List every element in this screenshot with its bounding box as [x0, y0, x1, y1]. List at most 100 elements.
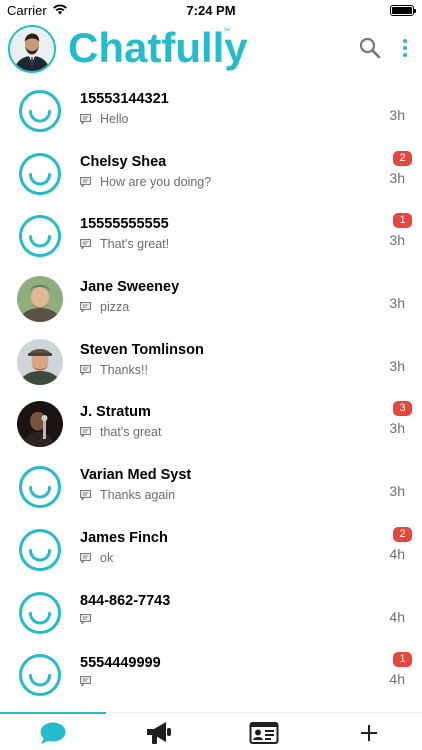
- contact-avatar: [17, 276, 63, 323]
- app-header: Chatfully ™: [0, 22, 422, 78]
- message-preview: [80, 676, 100, 687]
- message-icon: [80, 114, 91, 124]
- app-logo: Chatfully: [68, 24, 248, 71]
- message-icon: [80, 427, 91, 438]
- conversation-row[interactable]: 844-862-7743 4h: [0, 582, 422, 645]
- search-icon[interactable]: [358, 36, 382, 60]
- smile-avatar-icon: [19, 528, 61, 571]
- contact-photo: [17, 276, 63, 323]
- contact-avatar: [17, 88, 63, 134]
- contact-photo: [17, 401, 63, 448]
- more-options-icon[interactable]: [398, 36, 412, 60]
- message-preview: Thanks again: [80, 488, 175, 502]
- plus-icon: [361, 725, 377, 741]
- message-preview-text: pizza: [100, 300, 130, 315]
- conversation-row[interactable]: 15553144321 Hello 3h: [0, 80, 422, 143]
- contact-name: Chelsy Shea: [80, 153, 167, 170]
- message-preview: [80, 613, 100, 624]
- message-time: 3h: [389, 483, 405, 500]
- battery-icon: [390, 5, 416, 16]
- message-preview: How are you doing?: [80, 175, 211, 189]
- message-icon: [80, 552, 91, 563]
- contact-avatar: [17, 151, 63, 197]
- profile-avatar[interactable]: [8, 25, 56, 73]
- message-preview-text: Thanks!!: [100, 362, 148, 377]
- profile-photo: [10, 27, 54, 71]
- smile-avatar-icon: [19, 654, 61, 697]
- conversation-row[interactable]: James Finch ok 4h 2: [0, 519, 422, 582]
- tab-bar: [0, 712, 422, 750]
- contact-name: 15555555555: [80, 216, 169, 233]
- status-time: 7:24 PM: [186, 3, 236, 18]
- message-preview-text: ok: [100, 550, 114, 565]
- conversation-row[interactable]: Jane Sweeney pizza 3h: [0, 268, 422, 331]
- smile-avatar-icon: [19, 152, 61, 195]
- message-preview-text: How are you doing?: [100, 174, 212, 189]
- message-preview-text: That's great!: [100, 237, 170, 252]
- message-preview: pizza: [80, 300, 129, 314]
- message-preview: ok: [80, 551, 113, 565]
- message-preview-text: Hello: [100, 112, 129, 126]
- message-time: 4h: [389, 608, 405, 625]
- conversation-row[interactable]: 5554449999 4h 1: [0, 644, 422, 707]
- smile-avatar-icon: [19, 215, 61, 258]
- message-icon: [80, 239, 91, 250]
- message-time: 3h: [389, 357, 405, 374]
- conversation-row[interactable]: Varian Med Syst Thanks again 3h: [0, 456, 422, 519]
- contact-avatar: [17, 652, 63, 698]
- smile-avatar-icon: [19, 591, 61, 634]
- contact-name: Steven Tomlinson: [80, 341, 204, 358]
- conversation-row[interactable]: J. Stratum that's great 3h 3: [0, 393, 422, 456]
- message-time: 4h: [389, 545, 405, 562]
- tab-conversations[interactable]: [0, 717, 106, 749]
- message-icon: [80, 302, 91, 313]
- contact-name: 5554449999: [80, 655, 161, 672]
- message-time: 3h: [389, 420, 405, 437]
- smile-avatar-icon: [19, 466, 61, 509]
- unread-badge: 2: [393, 150, 412, 166]
- contact-photo: [17, 338, 63, 385]
- contact-avatar: [17, 527, 63, 573]
- active-tab-indicator: [0, 712, 106, 714]
- message-time: 3h: [389, 169, 405, 186]
- message-preview: Hello: [80, 112, 129, 126]
- message-time: 3h: [389, 232, 405, 249]
- conversation-row[interactable]: Steven Tomlinson Thanks!! 3h: [0, 331, 422, 394]
- smile-avatar-icon: [19, 90, 61, 132]
- message-preview: That's great!: [80, 237, 169, 251]
- unread-badge: 1: [393, 652, 412, 668]
- status-bar: Carrier 7:24 PM: [0, 0, 422, 22]
- contact-avatar: [17, 401, 63, 448]
- contact-name: 844-862-7743: [80, 592, 171, 609]
- unread-badge: 3: [393, 401, 412, 417]
- contact-name: Jane Sweeney: [80, 279, 180, 296]
- message-icon: [80, 490, 91, 501]
- tab-contacts[interactable]: [211, 717, 317, 749]
- tab-new-conversation[interactable]: [316, 717, 422, 749]
- message-icon: [80, 676, 91, 687]
- contact-name: J. Stratum: [80, 404, 151, 421]
- conversation-list[interactable]: 15553144321 Hello 3h Chelsy Shea How are you…: [0, 80, 422, 712]
- message-time: 3h: [389, 107, 405, 123]
- message-preview-text: that's great: [100, 425, 162, 440]
- message-preview: that's great: [80, 425, 161, 439]
- tab-broadcasts[interactable]: [106, 717, 212, 749]
- message-time: 4h: [389, 671, 405, 688]
- message-icon: [80, 364, 91, 375]
- contact-avatar: [17, 338, 63, 385]
- message-preview: Thanks!!: [80, 363, 148, 377]
- unread-badge: 2: [393, 526, 412, 542]
- megaphone-icon: [147, 722, 171, 744]
- message-time: 3h: [389, 295, 405, 312]
- message-icon: [80, 613, 91, 624]
- contact-name: James Finch: [80, 529, 168, 546]
- conversation-row[interactable]: 15555555555 That's great! 3h 1: [0, 205, 422, 268]
- message-preview-text: Thanks again: [100, 488, 176, 503]
- contact-card-icon: [249, 722, 279, 744]
- contact-avatar: [17, 590, 63, 636]
- conversation-row[interactable]: Chelsy Shea How are you doing? 3h 2: [0, 143, 422, 206]
- contact-name: 15553144321: [80, 91, 169, 107]
- contact-avatar: [17, 464, 63, 510]
- message-icon: [80, 176, 91, 187]
- chat-bubble-icon: [40, 722, 66, 744]
